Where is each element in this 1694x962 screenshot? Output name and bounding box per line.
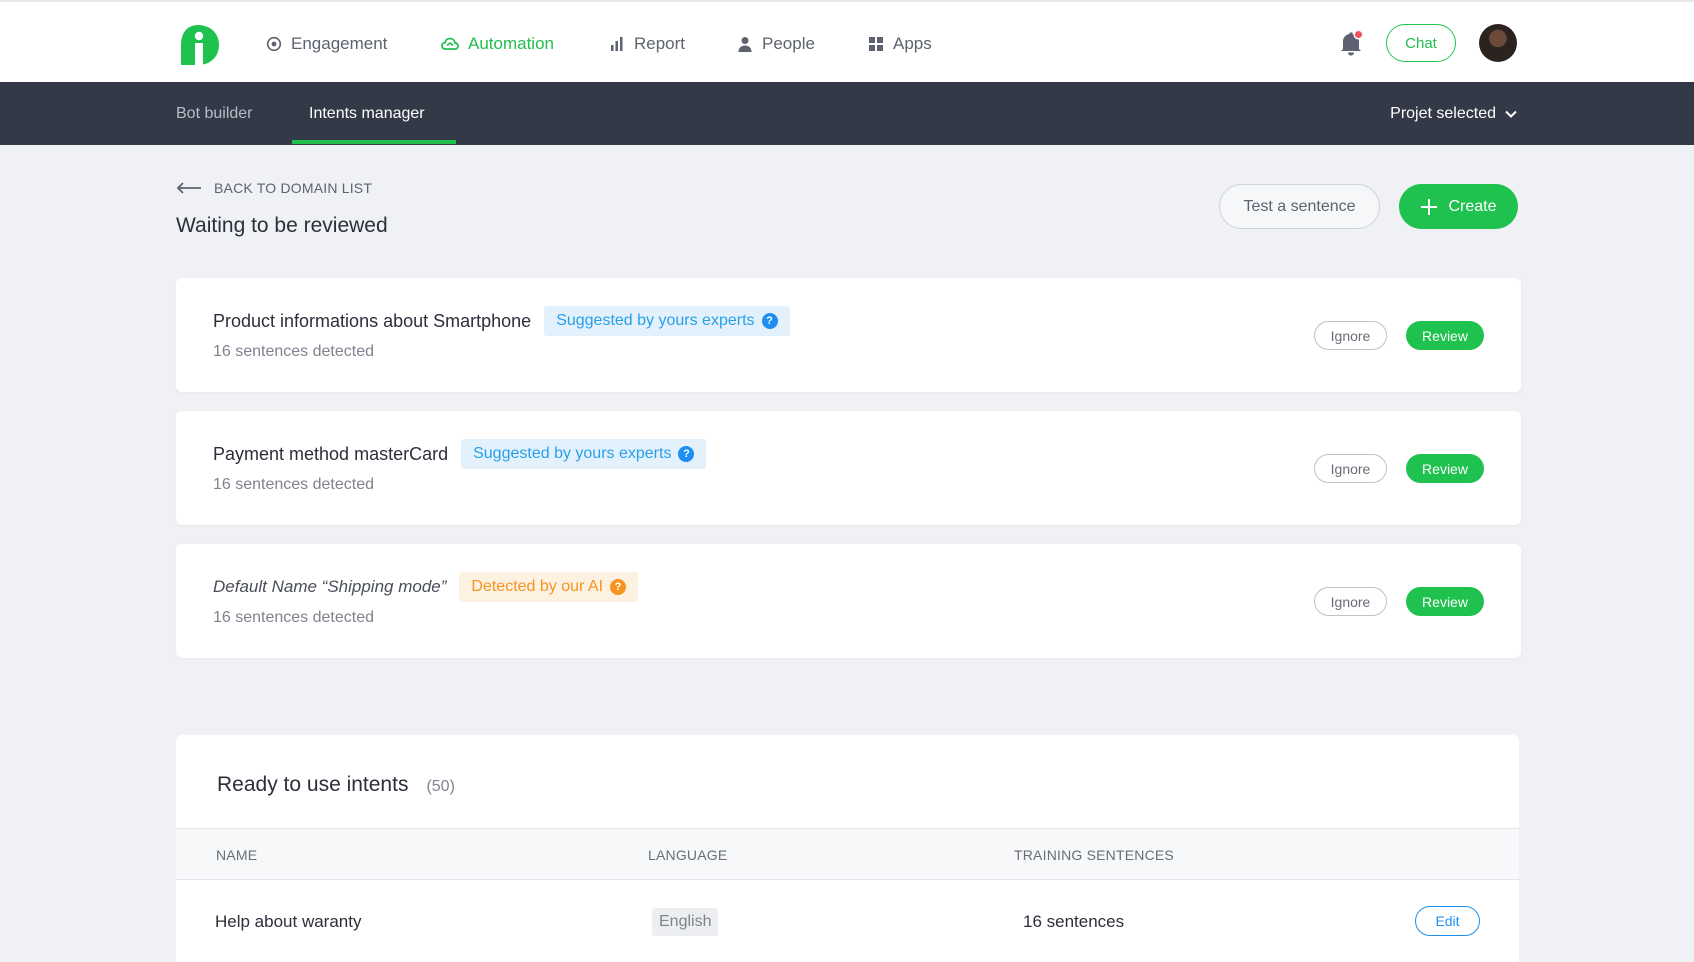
intent-name: Product informations about Smartphone [213, 310, 532, 331]
bar-chart-icon [611, 37, 623, 51]
nav-item-engagement[interactable]: Engagement [266, 32, 387, 56]
back-to-domain-list-link[interactable]: BACK TO DOMAIN LIST [176, 180, 372, 196]
table-row[interactable]: Help about waranty English 16 sentences … [176, 880, 1519, 962]
active-tab-indicator [292, 140, 456, 144]
arrow-left-icon [176, 182, 201, 194]
column-header-training[interactable]: TRAINING SENTENCES [1014, 847, 1174, 863]
column-header-language[interactable]: LANGUAGE [648, 847, 727, 863]
nav-item-label: Report [634, 34, 686, 53]
training-sentences: 16 sentences [1023, 912, 1125, 931]
nav-item-label: Engagement [291, 34, 388, 53]
nav-item-report[interactable]: Report [609, 32, 685, 56]
tab-bot-builder[interactable]: Bot builder [176, 82, 253, 145]
badge-label: Suggested by yours experts [473, 445, 672, 462]
person-icon [738, 37, 752, 52]
pending-intent-card: Product informations about Smartphone Su… [176, 278, 1521, 392]
intent-name: Default Name “Shipping mode” [213, 577, 447, 596]
help-icon[interactable]: ? [610, 579, 627, 595]
back-link-label: BACK TO DOMAIN LIST [214, 180, 373, 196]
nav-item-label: Automation [468, 34, 554, 53]
section-title: Ready to use intents [217, 773, 409, 796]
project-selector[interactable]: Projet selected [1390, 82, 1518, 145]
badge-label: Detected by our AI [471, 578, 604, 595]
review-button[interactable]: Review [1406, 454, 1484, 483]
brand-logo-icon[interactable] [176, 24, 220, 66]
project-selector-label: Projet selected [1390, 104, 1496, 122]
ready-intents-panel: Ready to use intents (50) NAME LANGUAGE … [176, 735, 1519, 962]
top-navbar: Engagement Automation Report People Apps [0, 0, 1694, 82]
chevron-down-icon [1505, 110, 1517, 118]
chat-button[interactable]: Chat [1386, 24, 1456, 62]
target-icon [266, 36, 282, 52]
nav-item-people[interactable]: People [737, 32, 815, 56]
plus-icon [1421, 198, 1438, 215]
page-title: Waiting to be reviewed [176, 214, 388, 237]
grid-icon [869, 37, 883, 51]
nav-item-label: Apps [893, 34, 932, 53]
expert-badge: Suggested by yours experts ? [461, 439, 707, 469]
sentences-detected: 16 sentences detected [213, 343, 375, 360]
column-header-name[interactable]: NAME [216, 847, 257, 863]
pending-intent-card: Payment method masterCard Suggested by y… [176, 411, 1521, 525]
ignore-button[interactable]: Ignore [1314, 321, 1387, 350]
review-button[interactable]: Review [1406, 321, 1484, 350]
ignore-button[interactable]: Ignore [1314, 587, 1387, 616]
nav-item-label: People [762, 34, 815, 53]
avatar[interactable] [1479, 24, 1517, 62]
nav-item-automation[interactable]: Automation [441, 32, 554, 56]
intent-name: Payment method masterCard [213, 443, 449, 464]
edit-button[interactable]: Edit [1415, 906, 1480, 936]
intent-count: (50) [426, 778, 455, 795]
ignore-button[interactable]: Ignore [1314, 454, 1387, 483]
nav-item-apps[interactable]: Apps [868, 32, 932, 56]
ai-badge: Detected by our AI ? [459, 572, 639, 602]
help-icon[interactable]: ? [761, 313, 778, 329]
language-pill: English [652, 908, 719, 936]
help-icon[interactable]: ? [678, 446, 695, 462]
table-header: NAME LANGUAGE TRAINING SENTENCES [176, 828, 1519, 880]
tab-intents-manager[interactable]: Intents manager [309, 82, 425, 145]
cloud-icon [441, 37, 459, 50]
sentences-detected: 16 sentences detected [213, 609, 375, 626]
create-button[interactable]: Create [1399, 184, 1518, 229]
pending-intent-card: Default Name “Shipping mode” Detected by… [176, 544, 1521, 658]
review-button[interactable]: Review [1406, 587, 1484, 616]
badge-label: Suggested by yours experts [556, 312, 755, 329]
notification-bell-icon[interactable] [1336, 28, 1366, 58]
test-sentence-button[interactable]: Test a sentence [1219, 184, 1380, 229]
intent-name: Help about waranty [215, 912, 362, 931]
sentences-detected: 16 sentences detected [213, 476, 375, 493]
expert-badge: Suggested by yours experts ? [544, 306, 790, 336]
create-button-label: Create [1448, 197, 1497, 215]
